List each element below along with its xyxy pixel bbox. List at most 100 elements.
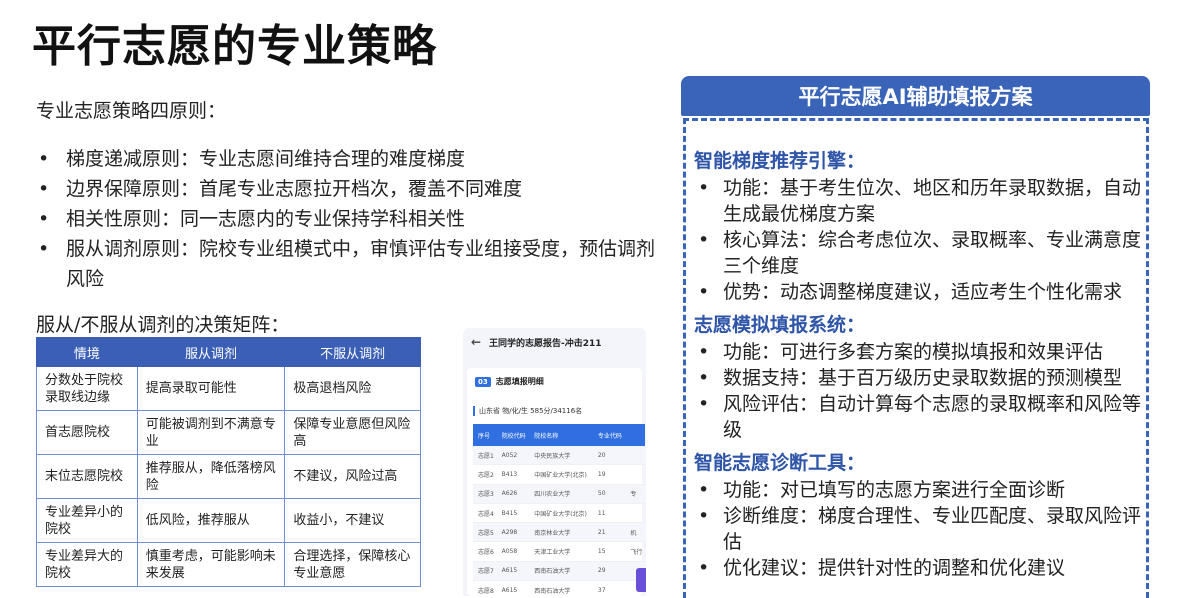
table-cell: 推荐服从，降低落榜风险 — [136, 454, 286, 499]
table-row[interactable]: 志愿8 A615 西南石油大学 37 — [473, 580, 645, 596]
table-cell: 志愿7 — [473, 561, 497, 582]
table-cell: B415 — [496, 503, 530, 524]
table-cell: 中央民族大学 — [529, 446, 593, 466]
section-list: 功能：基于考生位次、地区和历年录取数据，自动生成最优梯度方案 核心算法：综合考虑… — [694, 175, 1146, 305]
column-header: 院校名称 — [529, 424, 593, 446]
table-cell: 可能被调剂到不满意专业 — [136, 410, 286, 455]
table-cell: 低风险，推荐服从 — [136, 498, 286, 543]
table-cell: A052 — [496, 446, 530, 466]
principle-item: 边界保障原则：首尾专业志愿拉开档次，覆盖不同难度 — [36, 174, 656, 204]
table-cell: A058 — [496, 541, 530, 562]
table-cell: 志愿1 — [473, 446, 497, 466]
side-tab-handle[interactable] — [636, 568, 646, 592]
table-cell: 50 — [592, 484, 626, 504]
list-item: 核心算法：综合考虑位次、录取概率、专业满意度三个维度 — [694, 227, 1146, 279]
table-cell: A626 — [496, 484, 530, 504]
column-header: 序号 — [473, 424, 497, 446]
table-row: 专业差异大的院校 慎重考虑，可能影响未来发展 合理选择，保障核心专业意愿 — [36, 542, 421, 587]
table-cell: 天津工业大学 — [529, 541, 593, 562]
decision-matrix-table: 情境 服从调剂 不服从调剂 分数处于院校录取线边缘 提高录取可能性 极高退档风险… — [36, 337, 421, 587]
table-cell: 西南石油大学 — [529, 561, 593, 582]
principle-item: 相关性原则：同一志愿内的专业保持学科相关性 — [36, 204, 656, 234]
table-cell: 南京林业大学 — [529, 522, 593, 543]
table-cell: 不建议，风险过高 — [284, 454, 421, 499]
table-cell: 19 — [592, 464, 626, 485]
page-title: 平行志愿的专业策略 — [32, 21, 437, 72]
column-header — [625, 424, 645, 446]
table-cell — [625, 446, 645, 466]
table-cell: 收益小，不建议 — [284, 498, 421, 543]
table-cell: 专业差异大的院校 — [36, 542, 138, 587]
column-header: 院校代码 — [496, 424, 530, 446]
arrow-left-icon[interactable]: ← — [463, 335, 489, 349]
table-cell: 保障专业意愿但风险高 — [284, 410, 421, 455]
table-row[interactable]: 志愿3 A626 四川农业大学 50 专 — [473, 484, 645, 504]
section-list: 功能：对已填写的志愿方案进行全面诊断 诊断维度：梯度合理性、专业匹配度、录取风险… — [694, 477, 1146, 581]
table-cell: A615 — [496, 580, 530, 596]
list-item: 功能：基于考生位次、地区和历年录取数据，自动生成最优梯度方案 — [694, 175, 1146, 227]
table-row: 分数处于院校录取线边缘 提高录取可能性 极高退档风险 — [36, 366, 421, 411]
section-title-diagnosis-tool: 智能志愿诊断工具： — [694, 452, 866, 474]
table-cell: 首志愿院校 — [36, 410, 138, 455]
table-cell: 飞行 — [625, 541, 645, 562]
principles-list: 梯度递减原则：专业志愿间维持合理的难度梯度 边界保障原则：首尾专业志愿拉开档次，… — [36, 144, 656, 294]
table-cell: 慎重考虑，可能影响未来发展 — [136, 542, 286, 587]
table-cell: A615 — [496, 561, 530, 582]
panel-header: 平行志愿AI辅助填报方案 — [681, 76, 1150, 116]
table-cell: 西南石油大学 — [529, 580, 593, 596]
table-cell: 20 — [592, 446, 626, 466]
table-row[interactable]: 志愿2 B413 中国矿业大学(北京) 19 — [473, 464, 645, 485]
student-info: 山东省 物/化/生 585分/34116名 — [473, 406, 582, 416]
list-item: 优化建议：提供针对性的调整和优化建议 — [694, 555, 1146, 581]
table-cell: 专业差异小的院校 — [36, 498, 138, 543]
list-item: 功能：可进行多套方案的模拟填报和效果评估 — [694, 339, 1146, 365]
table-cell: 志愿4 — [473, 503, 497, 524]
table-cell: 志愿2 — [473, 464, 497, 485]
table-cell: 志愿5 — [473, 522, 497, 543]
table-cell — [625, 503, 645, 524]
table-cell: 提高录取可能性 — [136, 366, 286, 411]
table-row[interactable]: 志愿4 B415 中国矿业大学(北京) 11 — [473, 503, 645, 524]
table-row[interactable]: 志愿7 A615 西南石油大学 29 — [473, 561, 645, 582]
table-cell: 中国矿业大学(北京) — [529, 464, 593, 485]
table-cell: 29 — [592, 561, 626, 582]
principle-item: 梯度递减原则：专业志愿间维持合理的难度梯度 — [36, 144, 656, 174]
table-cell: 专 — [625, 484, 645, 504]
table-cell: 11 — [592, 503, 626, 524]
table-cell: A298 — [496, 522, 530, 543]
table-header-row: 情境 服从调剂 不服从调剂 — [36, 337, 421, 367]
principle-item: 服从调剂原则：院校专业组模式中，审慎评估专业组接受度，预估调剂风险 — [36, 234, 656, 294]
table-cell: 合理选择，保障核心专业意愿 — [284, 542, 421, 587]
table-row[interactable]: 志愿5 A298 南京林业大学 21 机 — [473, 522, 645, 543]
section-title: 志愿填报明细 — [495, 377, 544, 386]
ai-plan-panel: 智能梯度推荐引擎： 功能：基于考生位次、地区和历年录取数据，自动生成最优梯度方案… — [683, 118, 1149, 598]
principles-intro: 专业志愿策略四原则： — [36, 100, 227, 122]
table-cell: 四川农业大学 — [529, 484, 593, 504]
table-cell: 志愿3 — [473, 484, 497, 504]
app-header-title: 王同学的志愿报告-冲击211 — [489, 338, 602, 349]
table-cell: 37 — [592, 580, 626, 596]
table-row: 末位志愿院校 推荐服从，降低落榜风险 不建议，风险过高 — [36, 454, 421, 499]
table-row: 首志愿院校 可能被调剂到不满意专业 保障专业意愿但风险高 — [36, 410, 421, 455]
table-cell: 极高退档风险 — [284, 366, 421, 411]
list-item: 优势：动态调整梯度建议，适应考生个性化需求 — [694, 279, 1146, 305]
table-row: 专业差异小的院校 低风险，推荐服从 收益小，不建议 — [36, 498, 421, 543]
table-cell: 21 — [592, 522, 626, 543]
panel-content: 智能梯度推荐引擎： 功能：基于考生位次、地区和历年录取数据，自动生成最优梯度方案… — [694, 147, 1146, 587]
app-screenshot: ← 王同学的志愿报告-冲击211 03 志愿填报明细 山东省 物/化/生 585… — [463, 328, 646, 596]
table-cell: 志愿6 — [473, 541, 497, 562]
table-cell: 中国矿业大学(北京) — [529, 503, 593, 524]
table-row[interactable]: 志愿6 A058 天津工业大学 15 飞行 — [473, 541, 645, 562]
table-row[interactable]: 志愿1 A052 中央民族大学 20 — [473, 446, 645, 466]
section-title-gradient-engine: 智能梯度推荐引擎： — [694, 150, 866, 172]
table-cell: 分数处于院校录取线边缘 — [36, 366, 138, 411]
section-number-badge: 03 — [475, 376, 491, 387]
table-cell: 末位志愿院校 — [36, 454, 138, 499]
section-list: 功能：可进行多套方案的模拟填报和效果评估 数据支持：基于百万级历史录取数据的预测… — [694, 339, 1146, 443]
list-item: 数据支持：基于百万级历史录取数据的预测模型 — [694, 365, 1146, 391]
column-header: 不服从调剂 — [284, 337, 421, 367]
column-header: 专业代码 — [592, 424, 626, 446]
list-item: 功能：对已填写的志愿方案进行全面诊断 — [694, 477, 1146, 503]
list-item: 诊断维度：梯度合理性、专业匹配度、录取风险评估 — [694, 503, 1146, 555]
table-cell: 15 — [592, 541, 626, 562]
